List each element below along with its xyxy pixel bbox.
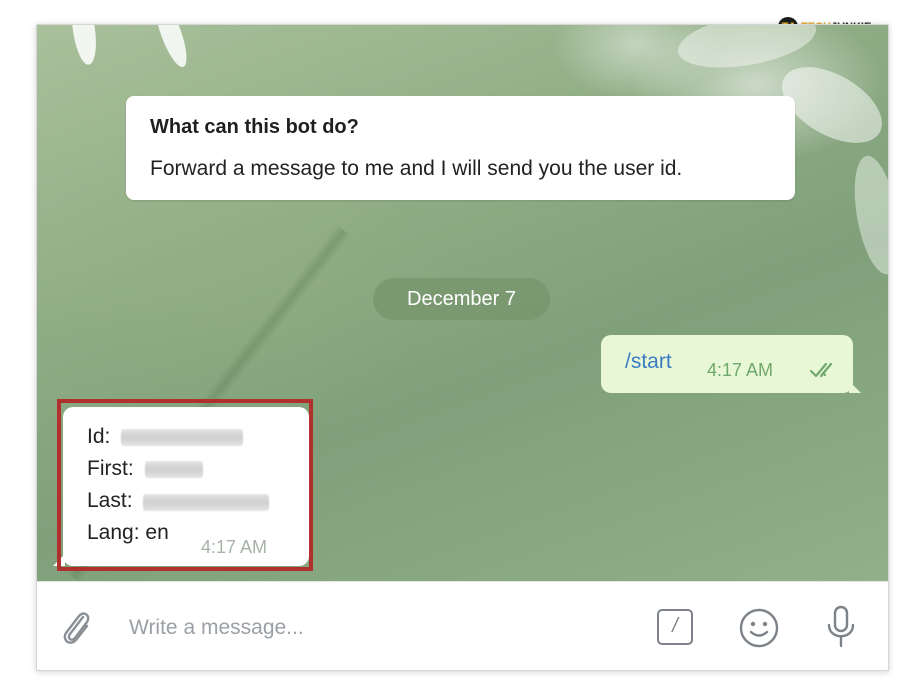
- last-name-label: Last:: [87, 489, 133, 512]
- background-petal: [68, 25, 100, 67]
- microphone-icon[interactable]: [824, 604, 858, 650]
- background-petal: [846, 152, 888, 278]
- user-id-label: Id:: [87, 425, 111, 448]
- bot-info-description: Forward a message to me and I will send …: [150, 157, 683, 180]
- redacted-first-name: [145, 461, 203, 478]
- first-name-label: First:: [87, 457, 134, 480]
- language-line: Lang: en: [87, 521, 169, 544]
- slash-command-icon[interactable]: /: [657, 609, 693, 645]
- outgoing-message-time: 4:17 AM: [707, 360, 774, 380]
- chat-background: What can this bot do? Forward a message …: [37, 25, 888, 583]
- message-input[interactable]: [127, 607, 631, 649]
- bot-info-card: What can this bot do? Forward a message …: [126, 96, 795, 200]
- background-petal: [149, 25, 193, 71]
- outgoing-bubble-tail: [849, 381, 861, 393]
- smiley-icon[interactable]: [738, 607, 780, 649]
- redacted-user-id: [121, 429, 243, 446]
- message-composer: /: [37, 581, 888, 670]
- bot-info-title: What can this bot do?: [150, 116, 359, 138]
- paperclip-icon[interactable]: [59, 607, 93, 647]
- outgoing-message-text[interactable]: /start: [625, 350, 672, 374]
- telegram-chat-window: What can this bot do? Forward a message …: [36, 24, 889, 671]
- redacted-last-name: [143, 494, 269, 511]
- incoming-message-bubble[interactable]: Id: First: Last: Lang: en 4:17 AM: [63, 407, 309, 566]
- double-check-icon: [809, 362, 833, 378]
- incoming-message-time: 4:17 AM: [201, 537, 268, 557]
- date-separator: December 7: [373, 278, 550, 320]
- outgoing-message-bubble[interactable]: /start 4:17 AM: [601, 335, 853, 393]
